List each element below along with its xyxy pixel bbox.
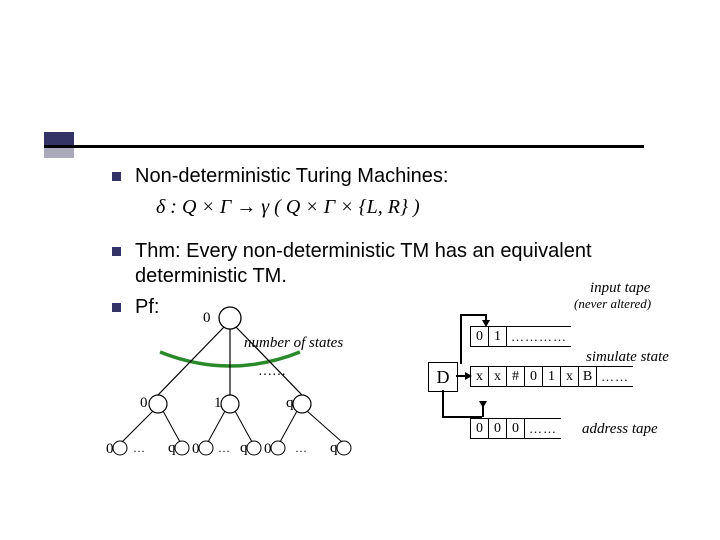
header-accent-dark bbox=[44, 132, 74, 145]
tape-cell: 0 bbox=[471, 419, 489, 438]
simulate-tape: x x # 0 1 x B …… bbox=[470, 366, 633, 387]
tape-cell: x bbox=[471, 367, 489, 386]
tree-node-label: 0 bbox=[203, 310, 211, 327]
tree-node-label: 0 bbox=[192, 441, 200, 458]
tape-cell: # bbox=[507, 367, 525, 386]
tape-cell: 1 bbox=[543, 367, 561, 386]
tape-cell: 1 bbox=[489, 327, 507, 346]
tape-trail: …… bbox=[525, 419, 561, 438]
transition-formula: δ : Q × Γ → γ ( Q × Γ × {L, R} ) bbox=[156, 196, 420, 219]
slide: Non-deterministic Turing Machines: Thm: … bbox=[0, 0, 720, 540]
bullet-item: Non-deterministic Turing Machines: bbox=[112, 164, 655, 189]
tree-node-label: q bbox=[286, 395, 294, 412]
tree-node-label: 0 bbox=[106, 441, 114, 458]
bullet-text: Thm: Every non-deterministic TM has an e… bbox=[135, 239, 655, 289]
tape-cell: 0 bbox=[507, 419, 525, 438]
tape-cell: B bbox=[579, 367, 597, 386]
tree-dots: … bbox=[218, 441, 230, 456]
tree-node-label: 1 bbox=[214, 395, 222, 412]
bullet-icon bbox=[112, 247, 121, 256]
tape-sublabel: (never altered) bbox=[574, 296, 651, 312]
tree-dots: … bbox=[133, 441, 145, 456]
bullet-icon bbox=[112, 172, 121, 181]
tape-cell: x bbox=[489, 367, 507, 386]
controller-box: D bbox=[428, 362, 458, 392]
tree-node-label: q bbox=[240, 440, 248, 457]
tree-node-label: q bbox=[168, 440, 176, 457]
tape-cell: x bbox=[561, 367, 579, 386]
tape-label: simulate state bbox=[586, 349, 669, 366]
tape-cell: 0 bbox=[525, 367, 543, 386]
tape-cell: 0 bbox=[471, 327, 489, 346]
tree-note: number of states bbox=[244, 335, 343, 352]
tape-label: input tape bbox=[590, 280, 650, 297]
tapes-diagram: input tape (never altered) 0 1 ………… D x … bbox=[410, 316, 710, 476]
tape-trail: …… bbox=[597, 367, 633, 386]
bullet-text: Non-deterministic Turing Machines: bbox=[135, 164, 448, 189]
tape-label: address tape bbox=[582, 421, 658, 438]
tree-node-label: 0 bbox=[140, 395, 148, 412]
tree-node-label: 0 bbox=[264, 441, 272, 458]
tree-dots: …… bbox=[258, 364, 286, 380]
tree-dots: … bbox=[295, 441, 307, 456]
tree-node-label: q bbox=[330, 440, 338, 457]
address-tape: 0 0 0 …… bbox=[470, 418, 561, 439]
tape-trail: ………… bbox=[507, 327, 571, 346]
tape-cell: 0 bbox=[489, 419, 507, 438]
bullet-item: Thm: Every non-deterministic TM has an e… bbox=[112, 239, 655, 289]
input-tape: 0 1 ………… bbox=[470, 326, 571, 347]
header-rule bbox=[44, 145, 644, 148]
tree-diagram: 0 number of states …… 0 1 q 0 … q 0 … q … bbox=[90, 300, 400, 470]
